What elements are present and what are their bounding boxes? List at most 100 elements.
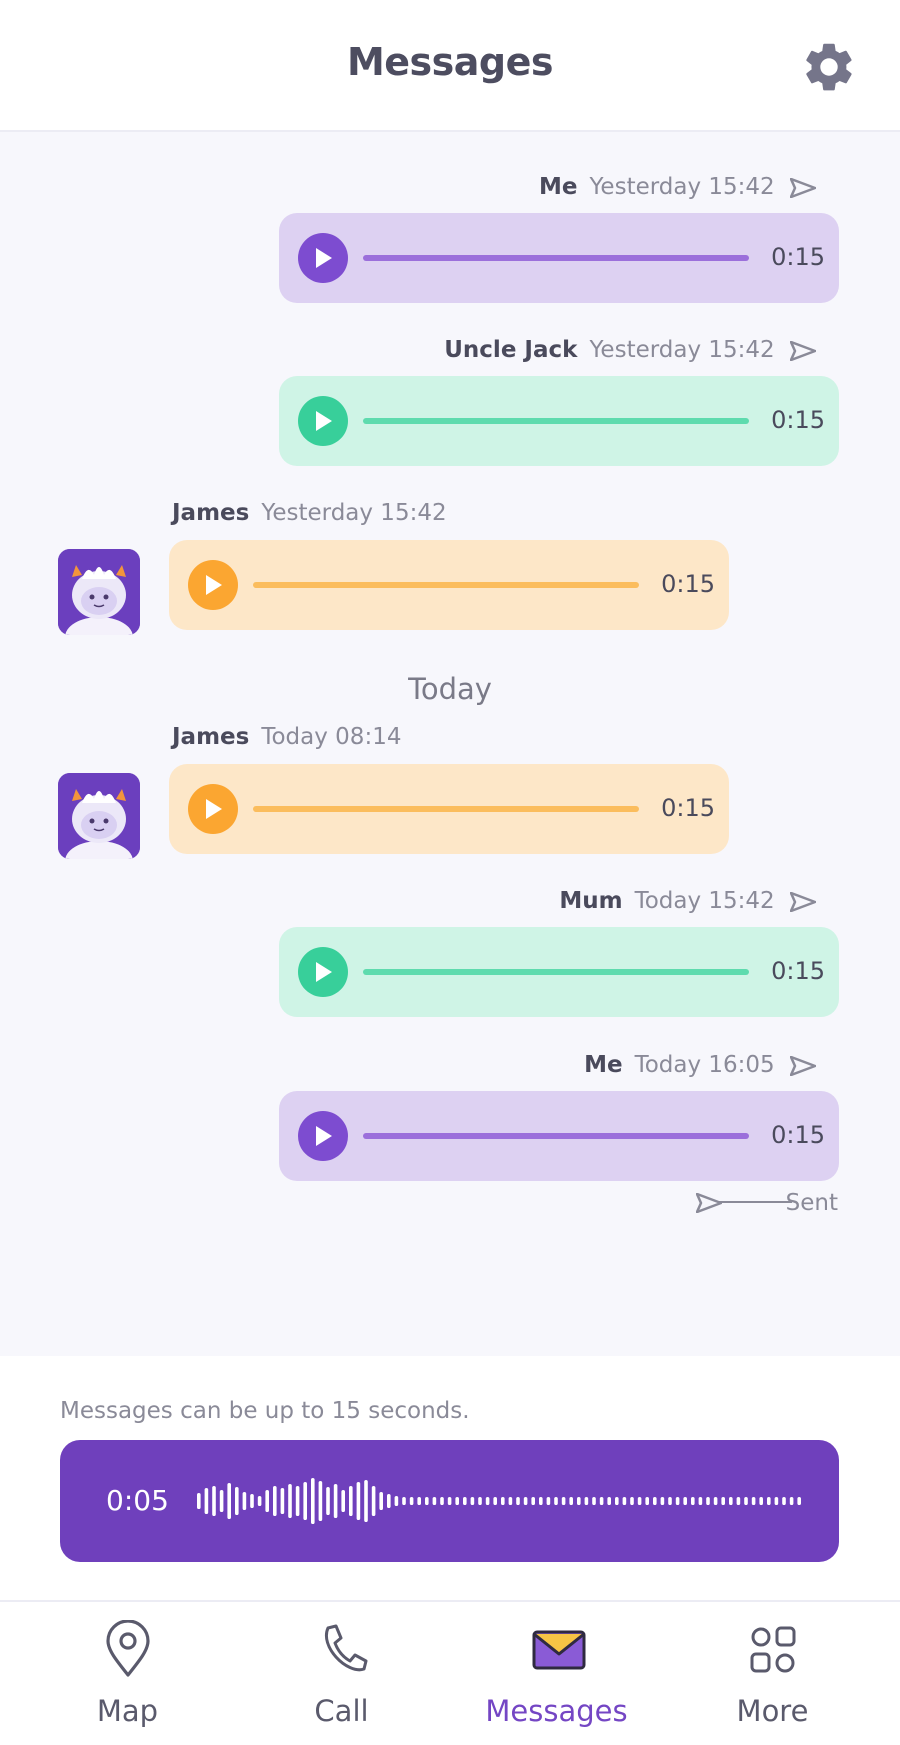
audio-progress-track[interactable] (253, 806, 639, 812)
waveform-bar (637, 1497, 642, 1505)
audio-progress-track[interactable] (363, 255, 749, 261)
message-time: Today 16:05 (634, 1052, 775, 1078)
app-header: Messages (0, 0, 900, 132)
waveform-bar (371, 1486, 376, 1516)
waveform-bar (668, 1497, 672, 1505)
waveform-bar (675, 1497, 680, 1505)
waveform-bar (645, 1497, 649, 1505)
waveform-bar (493, 1497, 497, 1505)
send-icon (790, 1056, 816, 1076)
play-button[interactable] (298, 233, 348, 283)
waveform-bar (356, 1482, 361, 1520)
waveform-bar (212, 1486, 216, 1516)
waveform-bar (485, 1497, 490, 1505)
waveform-bar (569, 1497, 573, 1505)
waveform-bar (455, 1497, 459, 1505)
waveform-bar (447, 1497, 452, 1505)
waveform-bar (417, 1497, 421, 1505)
message-meta: James Today 08:14 (172, 724, 401, 750)
waveform-bar (508, 1497, 513, 1505)
bottom-nav: Map Call Messages More (0, 1600, 900, 1745)
play-icon (316, 962, 332, 982)
nav-item-call[interactable]: Call (229, 1602, 454, 1745)
audio-progress-track[interactable] (363, 969, 749, 975)
sender-name: Mum (559, 888, 623, 914)
waveform-bar (440, 1497, 444, 1505)
message-time: Yesterday 15:42 (589, 174, 775, 200)
voice-message: 0:15 (279, 927, 839, 1017)
waveform-bar (660, 1497, 665, 1505)
envelope-icon (532, 1630, 586, 1670)
voice-message: 0:15 (279, 1091, 839, 1181)
send-icon (790, 892, 816, 912)
waveform-bar (227, 1483, 231, 1519)
sender-name: Me (538, 174, 578, 200)
message-duration: 0:15 (771, 406, 825, 434)
waveform-bar (713, 1497, 718, 1505)
nav-label: Messages (485, 1694, 628, 1728)
play-icon (316, 248, 332, 268)
audio-progress-track[interactable] (363, 418, 749, 424)
play-button[interactable] (188, 560, 238, 610)
sender-name: James (172, 500, 250, 526)
message-duration: 0:15 (771, 243, 825, 271)
waveform-bar (204, 1488, 209, 1514)
waveform-bar (789, 1497, 794, 1505)
waveform-bar (219, 1490, 224, 1512)
waveform-bar (295, 1486, 300, 1516)
voice-message: 0:15 (169, 540, 729, 630)
waveform-bar (250, 1494, 254, 1508)
audio-progress-track[interactable] (363, 1133, 749, 1139)
day-separator: Today (408, 672, 492, 706)
waveform-bar (311, 1478, 315, 1524)
waveform-bar (729, 1497, 733, 1505)
waveform-bar (303, 1482, 307, 1520)
gear-icon[interactable] (800, 38, 858, 96)
avatar[interactable] (58, 773, 140, 859)
waveform-bar (235, 1487, 239, 1515)
play-icon (316, 1126, 332, 1146)
message-meta: Uncle Jack Yesterday 15:42 (444, 337, 816, 363)
waveform-bar (318, 1481, 323, 1521)
sent-label: Sent (785, 1190, 838, 1216)
send-icon (790, 341, 816, 361)
play-button[interactable] (298, 396, 348, 446)
waveform-bar (470, 1497, 475, 1505)
waveform-bar (751, 1497, 756, 1505)
waveform-bar (333, 1484, 338, 1518)
monster-avatar-icon (58, 773, 140, 859)
waveform-bar (767, 1497, 771, 1505)
audio-progress-track[interactable] (253, 582, 639, 588)
play-button[interactable] (298, 947, 348, 997)
avatar[interactable] (58, 549, 140, 635)
waveform-bar (379, 1492, 383, 1510)
record-button[interactable]: 0:05 (60, 1440, 839, 1562)
nav-item-more[interactable]: More (660, 1602, 885, 1745)
waveform-bar (782, 1497, 786, 1505)
waveform-bar (592, 1497, 596, 1505)
waveform-bar (341, 1490, 345, 1512)
play-icon (206, 799, 222, 819)
nav-item-messages[interactable]: Messages (444, 1602, 669, 1745)
message-time: Yesterday 15:42 (589, 337, 775, 363)
waveform-bar (387, 1494, 391, 1508)
message-duration: 0:15 (771, 957, 825, 985)
message-list[interactable]: Me Yesterday 15:42 0:15 Uncle Jack Yesterd… (0, 132, 900, 1356)
waveform-bar (432, 1497, 437, 1505)
page-title: Messages (346, 40, 554, 84)
message-duration: 0:15 (771, 1121, 825, 1149)
grid-icon (750, 1626, 796, 1673)
waveform-bar (599, 1497, 604, 1505)
delivery-status: Sent (695, 1190, 838, 1216)
play-button[interactable] (298, 1111, 348, 1161)
message-duration: 0:15 (661, 794, 715, 822)
waveform-bar (478, 1497, 482, 1505)
nav-label: Map (96, 1694, 159, 1728)
play-button[interactable] (188, 784, 238, 834)
waveform-bar (584, 1497, 589, 1505)
waveform-bar (736, 1497, 741, 1505)
waveform-bar (463, 1497, 467, 1505)
waveform-bar (364, 1480, 368, 1522)
waveform-bar (691, 1497, 695, 1505)
nav-item-map[interactable]: Map (15, 1602, 240, 1745)
